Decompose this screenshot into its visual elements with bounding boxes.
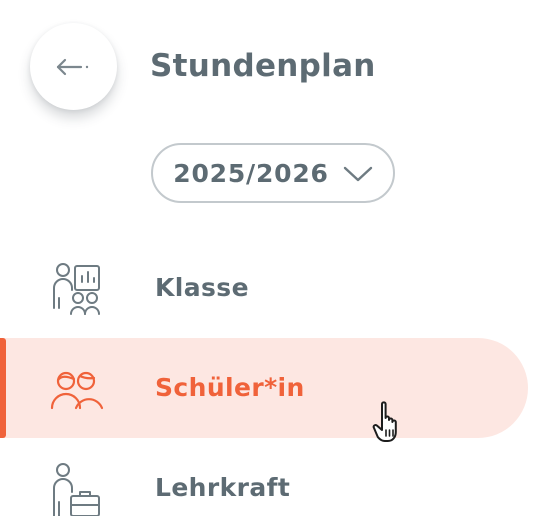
arrow-left-icon [56,58,88,75]
active-indicator [0,338,6,438]
page: Stundenplan 2025/2026 Klasse Schüler*in … [0,0,554,530]
nav-item-schueler[interactable]: Schüler*in [0,338,528,438]
nav-item-label: Schüler*in [155,373,305,402]
nav-item-lehrkraft[interactable]: Lehrkraft [0,438,528,530]
school-year-value: 2025/2026 [173,158,329,188]
school-year-select[interactable]: 2025/2026 [151,143,395,203]
nav-item-klasse[interactable]: Klasse [0,238,528,338]
page-title: Stundenplan [150,48,376,84]
class-presentation-icon [50,262,104,316]
nav-item-label: Klasse [155,273,249,302]
back-button[interactable] [30,23,117,110]
students-icon [50,362,104,416]
teacher-briefcase-icon [50,462,104,517]
chevron-down-icon [343,166,372,182]
nav-item-label: Lehrkraft [155,473,291,502]
